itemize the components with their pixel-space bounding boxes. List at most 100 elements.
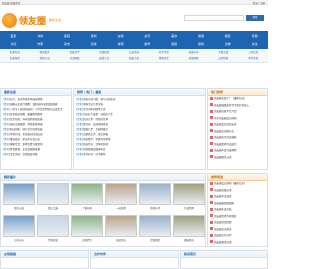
list-item-text[interactable]: 北京、天津等地多地迎来降雨 [10, 98, 43, 101]
hot-item-text[interactable]: 领友圈年度总结 [214, 208, 232, 211]
hot-item-text[interactable]: 领友圈征稿启事 [214, 189, 232, 192]
list-item-category[interactable]: [资讯] [3, 123, 10, 126]
list-item-category[interactable]: [文化] [76, 108, 83, 111]
hot-item-text[interactable]: 领友圈在线平台介绍 [214, 110, 237, 113]
list-item-text[interactable]: 城市交通规划：地铁新线开通 [10, 123, 43, 126]
gallery-caption[interactable]: 古道西风 [173, 206, 205, 210]
list-item-text[interactable]: 一则令人感动的新闻：小学生捡到钱包交还失主 [10, 108, 63, 111]
list-item-category[interactable]: [文化] [76, 98, 83, 101]
gallery-thumbnail[interactable] [37, 183, 69, 205]
nav-item[interactable]: 作家 [27, 40, 54, 48]
gallery-thumbnail[interactable] [3, 215, 35, 237]
hot-item-text[interactable]: 领友圈征文活动通知 [214, 136, 237, 139]
gallery-caption[interactable]: 竹林深处 [37, 238, 69, 242]
nav-item[interactable]: 法律 [214, 40, 241, 48]
gallery-thumbnail[interactable] [173, 183, 205, 205]
list-item-text[interactable]: 传统节日习俗：端午节的由来 [83, 98, 116, 101]
list-item[interactable]: [资讯]文化活动：非遗展览开幕 [3, 152, 69, 157]
gallery-caption[interactable]: 田园风光 [173, 238, 205, 242]
hot-item-text[interactable]: 领友圈交流群公告 [214, 130, 234, 133]
list-item-category[interactable]: [文化] [76, 103, 83, 106]
hot-item-text[interactable]: 领友圈诚邀各界文学爱好者加入 [214, 104, 249, 107]
hot-item-text[interactable]: 领友圈意见反馈 [214, 241, 232, 244]
hot-item-text[interactable]: 领友圈年度评选揭晓 [214, 149, 237, 152]
list-item-text[interactable]: 健康生活：夏季饮食注意事项 [10, 143, 43, 146]
hot-item-text[interactable]: 领友圈编辑部通知 [214, 202, 234, 205]
hot-item-text[interactable]: 领友圈在线了！（最新信息） [214, 97, 247, 100]
logo-text[interactable]: 领友圈 [19, 14, 46, 27]
search-input[interactable] [184, 15, 244, 21]
hot-item[interactable]: 领友圈联系方式 [208, 155, 267, 162]
hot-item-text[interactable]: 领友圈会员活动安排 [214, 123, 237, 126]
subnav-item[interactable]: 美丽风景 [179, 56, 209, 62]
hot-item-text[interactable]: 领友圈会员风采 [214, 228, 232, 231]
list-item-category[interactable]: [资讯] [3, 153, 10, 156]
gallery-thumbnail[interactable] [37, 215, 69, 237]
gallery-caption[interactable]: 雪山之巅 [37, 206, 69, 210]
list-item-text[interactable]: 读书分享：好书推荐 [83, 153, 106, 156]
hot-item-text[interactable]: 领友圈联系方式 [214, 156, 232, 159]
list-item-category[interactable]: [文化] [76, 113, 83, 116]
list-item-text[interactable]: 历史名人故事：苏轼的人生 [83, 113, 113, 116]
list-item-category[interactable]: [文化] [76, 153, 83, 156]
gallery-caption[interactable]: 湖光山色 [3, 206, 35, 210]
subnav-item[interactable]: 原创小说 [30, 56, 60, 62]
subnav-item[interactable]: 经典美文 [149, 56, 179, 62]
hot-item-text[interactable]: 领友圈优秀作者推荐 [214, 215, 237, 218]
list-item-category[interactable]: [资讯] [3, 113, 10, 116]
gallery-thumbnail[interactable] [105, 215, 137, 237]
list-item-text[interactable]: 文化活动：非遗展览开幕 [10, 153, 38, 156]
gallery-caption[interactable]: 海边风光 [105, 238, 137, 242]
list-item-category[interactable]: [文化] [76, 148, 83, 151]
list-item-text[interactable]: 民间艺术：剪纸的传承 [83, 118, 108, 121]
nav-item[interactable]: 旅游 [188, 32, 215, 40]
gallery-caption[interactable]: 丁香花开 [71, 206, 103, 210]
nav-item[interactable]: 书坊 [27, 32, 54, 40]
gallery-caption[interactable]: 古镇风情 [139, 238, 171, 242]
nav-item[interactable]: 医院 [54, 32, 81, 40]
list-item-text[interactable]: 民生新政：养老保险新规实施 [10, 118, 43, 121]
subnav-item[interactable]: 中华文化 [238, 56, 268, 62]
list-item-text[interactable]: 国家安全部门提醒：谨防境外间谍窃取数据 [10, 103, 58, 106]
gallery-thumbnail[interactable] [139, 215, 171, 237]
nav-item[interactable]: 贸易 [161, 40, 188, 48]
list-item-category[interactable]: [文化] [76, 138, 83, 141]
gallery-thumbnail[interactable] [105, 183, 137, 205]
nav-item[interactable]: 视听 [80, 32, 107, 40]
nav-item[interactable]: 留学 [134, 40, 161, 48]
gallery-thumbnail[interactable] [3, 183, 35, 205]
list-item-text[interactable]: 体育赛事：全运会圆满落幕 [10, 148, 40, 151]
list-item-category[interactable]: [资讯] [3, 128, 10, 131]
subnav-item[interactable]: 诗词歌赋 [60, 56, 90, 62]
nav-item[interactable]: 摄影 [214, 32, 241, 40]
gallery-thumbnail[interactable] [173, 215, 205, 237]
list-item-text[interactable]: 教育改革：新高考方案公布 [10, 138, 40, 141]
nav-item[interactable]: 首页 [0, 32, 27, 40]
hot-item-text[interactable]: 领友圈合作伙伴 [214, 234, 232, 237]
list-item-text[interactable]: 环保行动：全民植树活动启动 [10, 133, 43, 136]
subnav-item[interactable]: 名家推荐 [0, 56, 30, 62]
gallery-thumbnail[interactable] [71, 183, 103, 205]
news-tabs[interactable]: 推荐 | 热门 | 最新 [77, 90, 101, 94]
search-button[interactable]: 搜索 [246, 15, 264, 21]
gallery-caption[interactable]: 美丽乡村 [139, 206, 171, 210]
list-item-category[interactable]: [文化] [76, 118, 83, 121]
list-item-category[interactable]: [资讯] [3, 98, 10, 101]
nav-item[interactable]: 美食 [161, 32, 188, 40]
hot-item-text[interactable]: 领友圈会员须知（最新信息） [214, 182, 247, 185]
nav-item[interactable]: 资讯 [134, 32, 161, 40]
list-item-text[interactable]: 古诗词中的四季之美 [83, 108, 106, 111]
list-item-text[interactable]: 茶文化：品味中国茶道 [83, 123, 108, 126]
gallery-thumbnail[interactable] [71, 215, 103, 237]
list-item-category[interactable]: [文化] [76, 143, 83, 146]
hot-item-text[interactable]: 领友圈作品选登 [214, 195, 232, 198]
logo-icon[interactable] [2, 13, 17, 28]
list-item-category[interactable]: [资讯] [3, 133, 10, 136]
list-item-text[interactable]: 传统医学：中医养生智慧 [83, 138, 111, 141]
gallery-caption[interactable]: 夕阳西下 [71, 238, 103, 242]
list-item-text[interactable]: 诗歌朗诵会圆满举办 [83, 148, 106, 151]
gallery-thumbnail[interactable] [139, 183, 171, 205]
gallery-caption[interactable]: 一枝独秀 [105, 206, 137, 210]
nav-item[interactable]: 考研 [107, 40, 134, 48]
nav-item[interactable]: 专题 [241, 32, 268, 40]
